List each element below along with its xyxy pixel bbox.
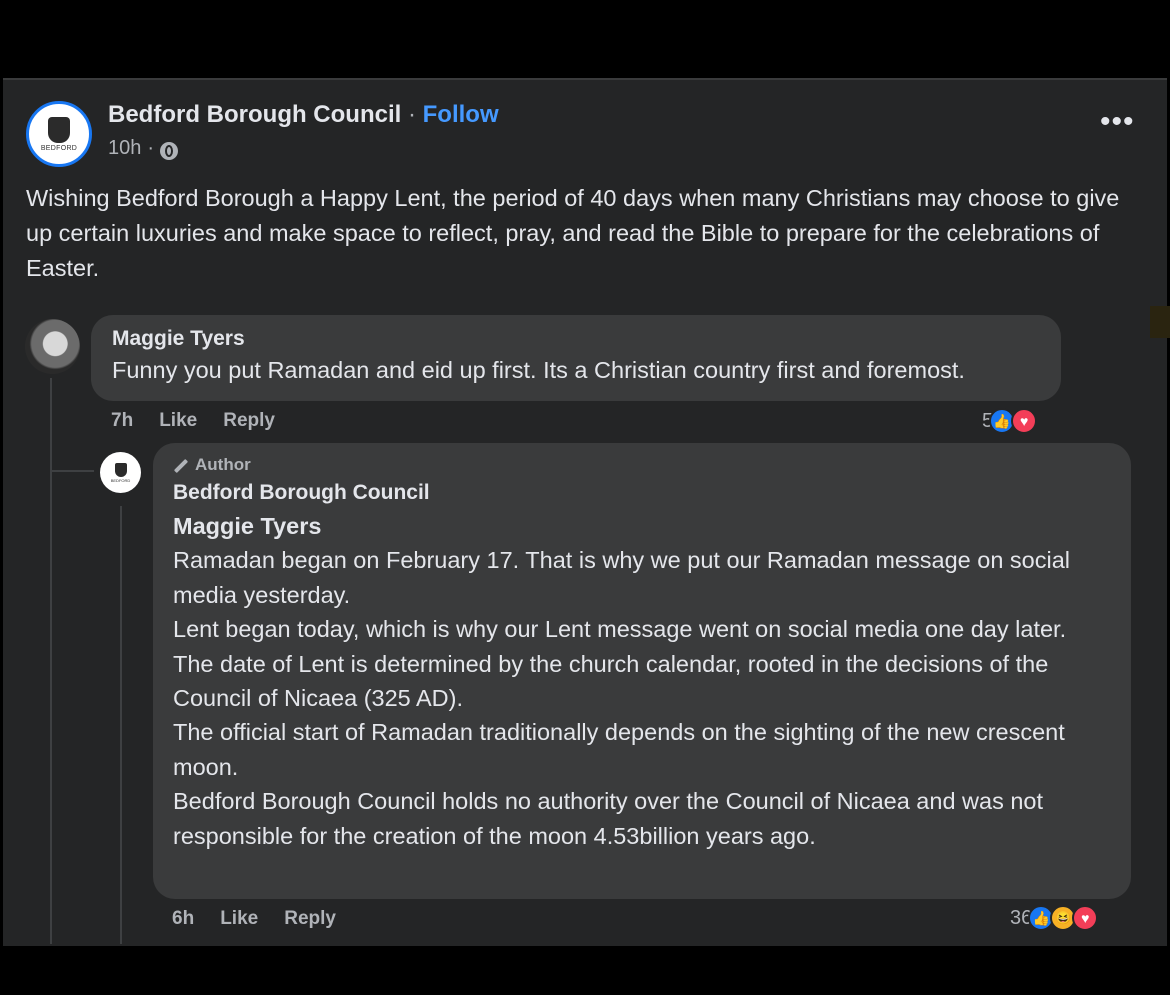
reply-line: Lent began today, which is why our Lent … [173,616,1067,643]
reply-bubble: Author Bedford Borough Council Maggie Ty… [153,443,1131,899]
reply-time[interactable]: 6h [172,908,194,930]
reply-reactions[interactable]: 36 👍 😆 ♥ [1010,905,1099,931]
reply-line: Bedford Borough Council holds no authori… [173,788,1044,849]
reply-text: Maggie Tyers Ramadan began on February 1… [173,509,1111,853]
reply-actions: 6h Like Reply [172,908,336,930]
reply-avatar[interactable]: BEDFORD [100,452,141,493]
comment-time[interactable]: 7h [111,410,133,432]
scrollbar-edge[interactable] [1150,306,1170,338]
crest-icon [48,116,70,143]
reply-author[interactable]: Bedford Borough Council [173,481,1111,505]
thread-line [50,378,52,944]
like-button[interactable]: Like [159,410,197,432]
reply-line: The date of Lent is determined by the ch… [173,650,1049,712]
commenter-avatar[interactable] [25,319,80,374]
comment-reactions[interactable]: 5 👍 ♥ [982,408,1038,434]
separator: · [407,101,416,128]
crest-icon [114,462,127,477]
comment-actions: 7h Like Reply [111,410,275,432]
comment-bubble: Maggie Tyers Funny you put Ramadan and e… [91,315,1061,401]
meta-separator: · [147,137,155,159]
reply-line: The official start of Ramadan traditiona… [173,719,1065,780]
post-meta: 10h · [108,137,179,160]
globe-icon [160,141,179,160]
author-badge-label: Author [195,455,251,474]
reply-line: Ramadan began on February 17. That is wh… [173,547,1070,608]
love-reaction-icon: ♥ [1011,408,1038,434]
thread-branch [50,470,94,472]
post-body: Wishing Bedford Borough a Happy Lent, th… [26,185,1120,281]
thread-line-reply [120,506,122,944]
page-name-link[interactable]: Bedford Borough Council [108,101,401,128]
follow-button[interactable]: Follow [423,101,499,128]
pencil-icon [173,458,189,474]
reply-button[interactable]: Reply [284,908,336,930]
author-badge: Author [173,455,1111,475]
page-avatar[interactable]: BEDFORD [26,101,92,167]
post-header: Bedford Borough Council · Follow [108,101,499,129]
comment-text: Funny you put Ramadan and eid up first. … [112,357,965,383]
love-reaction-icon: ♥ [1072,905,1099,931]
post-time[interactable]: 10h [108,137,141,160]
avatar-logo-text: BEDFORD [110,477,131,483]
like-button[interactable]: Like [220,908,258,930]
more-options-icon[interactable]: ••• [1100,107,1135,137]
avatar-logo-text: BEDFORD [40,144,78,152]
reply-button[interactable]: Reply [223,410,275,432]
comment-author[interactable]: Maggie Tyers [112,327,1061,351]
mention-tag[interactable]: Maggie Tyers [173,509,1111,543]
